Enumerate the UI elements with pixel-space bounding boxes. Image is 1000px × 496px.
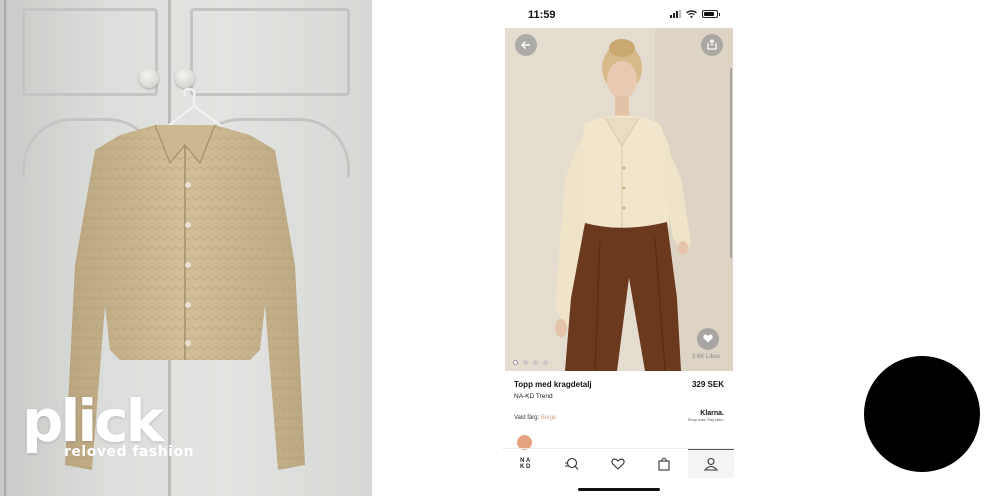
door-knob: [139, 68, 159, 88]
tab-home[interactable]: N A K D: [502, 449, 548, 478]
back-button[interactable]: [515, 34, 537, 56]
page: plick reloved fashion 11:59 3.6K Likes T…: [0, 0, 1000, 496]
color-value: Beige: [540, 415, 557, 421]
status-icons: [670, 10, 720, 18]
battery-icon: [702, 10, 720, 18]
overlay-circle: [864, 356, 980, 472]
search-icon: [565, 457, 579, 470]
logo-tagline: reloved fashion: [64, 444, 195, 460]
bag-icon: [658, 457, 670, 471]
scroll-indicator: [730, 68, 732, 258]
listing-photo: plick reloved fashion: [0, 0, 372, 496]
carousel-dot[interactable]: [533, 360, 538, 365]
klarna-logo: Klarna.: [700, 410, 724, 417]
color-label: Vald färg:: [514, 415, 540, 421]
klarna-tagline: Shop now. Pay later.: [687, 417, 724, 422]
likes-count: 3.6K Likes: [691, 354, 720, 360]
status-bar: 11:59: [502, 6, 734, 24]
tab-favorites[interactable]: [595, 449, 641, 478]
tab-bag[interactable]: [641, 449, 687, 478]
share-icon: [707, 39, 717, 50]
tab-bar: N A K D: [502, 448, 735, 478]
product-price: 329 SEK: [691, 380, 724, 389]
color-selection: Vald färg: Beige: [514, 415, 556, 421]
door-panel: [22, 8, 158, 96]
carousel-dot[interactable]: [513, 360, 518, 365]
carousel-dot[interactable]: [543, 360, 548, 365]
heart-icon: [703, 334, 713, 343]
door-knob: [175, 68, 195, 88]
wifi-icon: [686, 10, 697, 18]
carousel-dots[interactable]: [513, 360, 548, 365]
door-seam: [4, 0, 6, 496]
favorite-button[interactable]: [697, 328, 719, 350]
nakd-logo-line: N A: [520, 457, 531, 464]
plick-logo: plick reloved fashion: [22, 392, 194, 460]
nakd-logo: N A K D: [520, 458, 530, 470]
door-panel: [190, 8, 350, 96]
tab-profile[interactable]: [687, 449, 735, 478]
home-indicator[interactable]: [578, 488, 660, 491]
logo-word: plick: [22, 387, 164, 455]
signal-icon: [670, 10, 681, 18]
product-brand[interactable]: NA-KD Trend: [514, 393, 553, 400]
share-button[interactable]: [701, 34, 723, 56]
heart-icon: [611, 457, 625, 470]
product-title: Topp med kragdetalj: [514, 380, 592, 389]
product-image[interactable]: 3.6K Likes: [505, 28, 733, 371]
model-photo: [505, 28, 733, 371]
status-time: 11:59: [528, 9, 556, 21]
tab-search[interactable]: [548, 449, 594, 478]
nakd-logo-line: K D: [520, 463, 531, 470]
carousel-dot[interactable]: [523, 360, 528, 365]
klarna-badge: Klarna. Shop now. Pay later.: [688, 410, 724, 422]
phone-screen: 11:59 3.6K Likes Topp med kragdetalj 329…: [502, 0, 735, 496]
arrow-left-icon: [521, 41, 530, 49]
user-icon: [703, 457, 718, 471]
